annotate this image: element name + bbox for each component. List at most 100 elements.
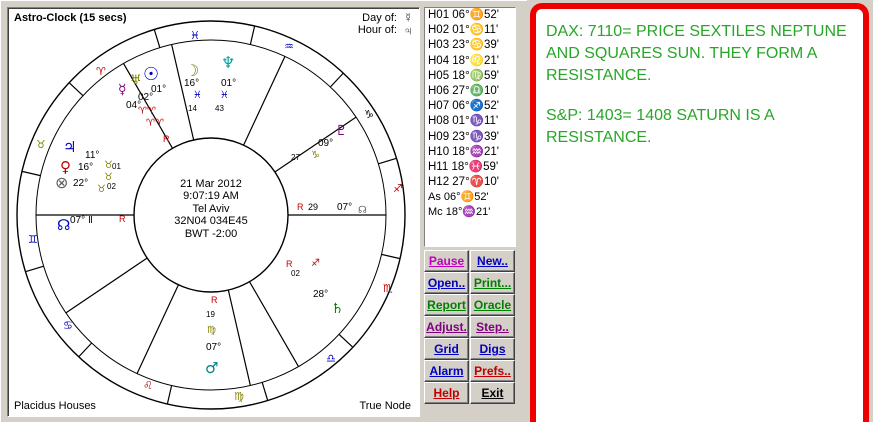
zodiac-glyph-leo: ♌ (143, 379, 153, 392)
cusp-line (136, 284, 180, 374)
venus-deg: 16° (78, 162, 93, 173)
saturn-min: 02 (291, 269, 300, 278)
zodiac-tick (68, 82, 84, 97)
neptune-glyph: ♆ (221, 53, 235, 72)
open-button[interactable]: Open.. (424, 272, 469, 294)
retro-node-desc: R (297, 202, 304, 212)
cusp-row: H06 27°♎10' (428, 84, 499, 97)
exit-button[interactable]: Exit (470, 382, 515, 404)
cusp-row: H11 18°♓59' (428, 160, 499, 173)
desc-node-deg: 07° (337, 202, 352, 213)
retro-asc: R (119, 214, 126, 224)
sun-glyph: ☉ (143, 64, 159, 85)
prefs-button[interactable]: Prefs.. (470, 360, 515, 382)
taurus-small: ♉ (104, 160, 113, 171)
node-glyph: ☊ (57, 216, 70, 234)
taurus-small-3: ♉ (97, 184, 106, 195)
node-desc-glyph: ☊ (358, 205, 367, 216)
zodiac-tick (78, 342, 93, 358)
taurus-small-2: ♉ (104, 172, 113, 183)
uranus-glyph: ♅ (130, 73, 142, 88)
chart-time: 9:07:19 AM (183, 190, 239, 203)
cusp-row: H08 01°♑11' (428, 115, 499, 128)
saturn-glyph: ♄ (331, 301, 344, 317)
retro-mercury: R (163, 134, 170, 144)
chart-coords: 32N04 034E45 (174, 215, 248, 228)
chart-panel[interactable]: ♈ ♓ ♒ ♑ ♐ ♏ ♎ ♍ ♌ ♋ ♊ ♉ ☉ ♅ ☿ ☽ ♆ ♇ ♄ ♂ … (7, 7, 420, 417)
jupiter-icon: ♃ (403, 23, 413, 38)
fortune-min: 02 (107, 182, 116, 191)
zodiac-glyph-taurus: ♉ (36, 138, 46, 151)
zodiac-glyph-virgo: ♍ (234, 390, 244, 403)
saturn-deg: 28° (313, 289, 328, 300)
zodiac-glyph-sagittarius: ♐ (393, 182, 403, 195)
cusp-row: H10 18°♒21' (428, 145, 499, 158)
cusp-row: H09 23°♑39' (428, 130, 499, 143)
pisces-small-2: ♓ (220, 90, 229, 101)
step-button[interactable]: Step.. (470, 316, 515, 338)
mercury-glyph: ☿ (118, 82, 127, 98)
zodiac-tick (153, 29, 161, 48)
pluto-glyph: ♇ (335, 123, 348, 139)
cusp-row: H03 23°♋39' (428, 39, 499, 52)
alarm-button[interactable]: Alarm (424, 360, 469, 382)
house-system-label: Placidus Houses (14, 400, 96, 412)
aries-cluster-2: ♈♈ (146, 118, 164, 129)
cusp-line (248, 281, 300, 367)
cusp-row: H02 01°♋11' (428, 24, 499, 37)
report-button[interactable]: Report (424, 294, 469, 316)
cusp-line (65, 257, 148, 314)
grid-button[interactable]: Grid (424, 338, 469, 360)
command-buttons: Pause New.. Open.. Print... Report Oracl… (424, 250, 516, 404)
retro-mars: R (211, 295, 218, 305)
chart-timezone: BWT -2:00 (184, 227, 238, 240)
pause-button[interactable]: Pause (424, 250, 469, 272)
cusp-row: H07 06°♐52' (428, 100, 499, 113)
zodiac-tick (381, 253, 401, 260)
zodiac-tick (261, 382, 269, 401)
zodiac-tick (21, 170, 41, 177)
zodiac-glyph-cancer: ♋ (63, 319, 73, 332)
mars-min: 19 (206, 310, 215, 319)
zodiac-glyph-capricorn: ♑ (364, 108, 374, 121)
uranus-deg: 02° (138, 92, 153, 103)
help-button[interactable]: Help (424, 382, 469, 404)
fortune-glyph: ⊗ (55, 173, 68, 192)
oracle-button[interactable]: Oracle (470, 294, 515, 316)
node-deg: 07° (70, 215, 85, 226)
hour-of-label: Hour of: (357, 24, 397, 36)
cusp-row: H05 18°♍59' (428, 69, 499, 82)
zodiac-glyph-aquarius: ♒ (284, 40, 294, 53)
retro-saturn: R (286, 259, 293, 269)
adjust-button[interactable]: Adjust. (424, 316, 469, 338)
pluto-deg: 09° (318, 138, 333, 149)
zodiac-glyph-pisces: ♓ (190, 29, 200, 42)
cusp-row: H01 06°♊52' (428, 9, 499, 21)
venus-min: 01 (112, 162, 121, 171)
digs-button[interactable]: Digs (470, 338, 515, 360)
house-cusp-list: H01 06°♊52' H02 01°♋11' H03 23°♋39' H04 … (424, 7, 516, 247)
node-type-label: True Node (359, 400, 411, 412)
cusp-line (171, 44, 195, 141)
day-of-label: Day of: (362, 12, 397, 24)
zodiac-glyph-libra: ♎ (326, 352, 336, 365)
gemini-small: Ⅱ (88, 215, 93, 226)
new-button[interactable]: New.. (470, 250, 515, 272)
midheaven-row: Mc 18°♒21' (428, 206, 491, 219)
zodiac-tick (338, 333, 354, 348)
zodiac-tick (166, 385, 173, 405)
print-button[interactable]: Print... (470, 272, 515, 294)
zodiac-tick (249, 25, 256, 45)
dax-note: DAX: 7110= PRICE SEXTILES NEPTUNE AND SQ… (546, 23, 847, 84)
sagittarius-small: ♐ (311, 258, 320, 269)
zodiac-glyph-scorpio: ♏ (383, 282, 393, 295)
screen: ♈ ♓ ♒ ♑ ♐ ♏ ♎ ♍ ♌ ♋ ♊ ♉ ☉ ♅ ☿ ☽ ♆ ♇ ♄ ♂ … (0, 0, 873, 422)
moon-min: 14 (188, 104, 197, 113)
pluto-min: 27 (291, 153, 300, 162)
zodiac-glyph-aries: ♈ (96, 65, 106, 78)
mars-glyph: ♂ (205, 359, 218, 377)
chart-date: 21 Mar 2012 (180, 178, 242, 190)
desc-29: 29 (308, 202, 318, 212)
cusp-line (242, 56, 286, 146)
zodiac-tick (25, 265, 44, 273)
